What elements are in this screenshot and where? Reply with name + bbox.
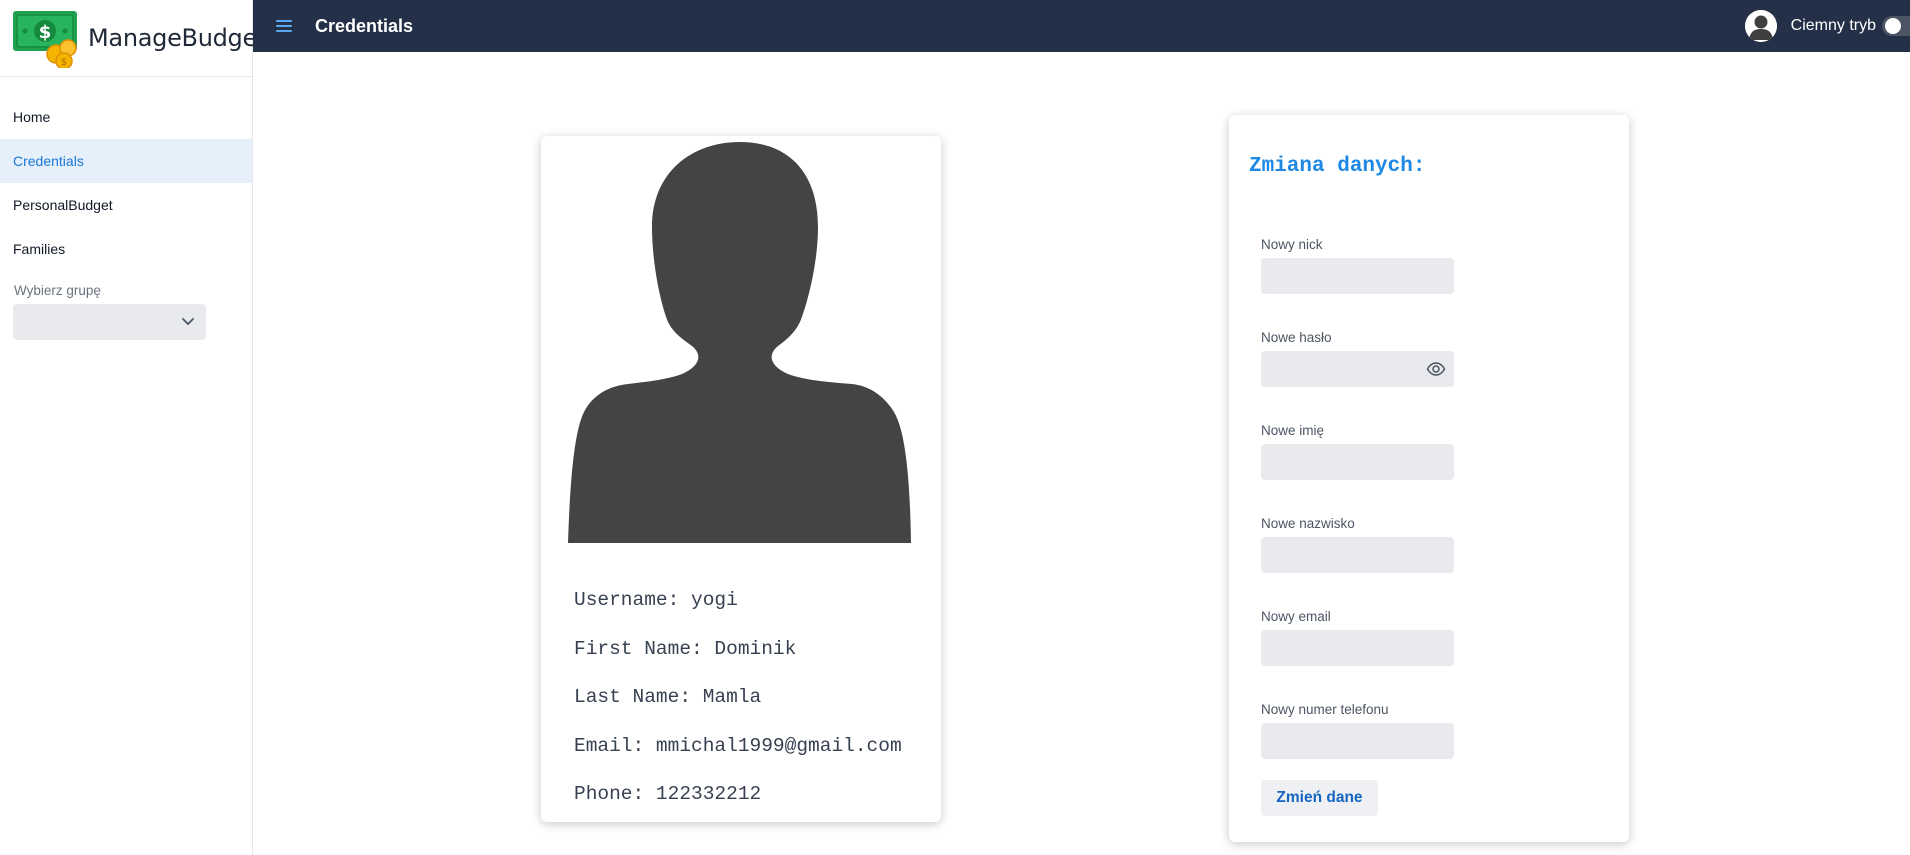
phone-label: Nowy numer telefonu [1261,702,1389,717]
user-avatar-icon[interactable] [1744,10,1777,42]
app-name: ManageBudget [88,24,267,52]
profile-first-name: First Name: Dominik [574,637,797,660]
profile-email: Email: mmichal1999@gmail.com [574,734,902,757]
app: $ $ ManageBudget Home Credentials Person… [0,0,1910,855]
group-select[interactable] [13,304,206,340]
email-input[interactable] [1261,630,1454,666]
last-name-field: Nowe nazwisko [1261,516,1454,573]
sidebar-item-families[interactable]: Families [0,227,252,271]
first-name-input[interactable] [1261,444,1454,480]
dark-mode-label: Ciemny tryb [1790,17,1876,34]
sidebar-item-personalbudget[interactable]: PersonalBudget [0,183,252,227]
sidebar: $ $ ManageBudget Home Credentials Person… [0,0,266,855]
sidebar-item-label: Home [13,109,51,125]
nick-input[interactable] [1261,258,1454,294]
page-title: Credentials [315,15,414,36]
nick-field: Nowy nick [1261,237,1454,294]
submit-button[interactable]: Zmień dane [1261,780,1378,816]
topbar-right: Ciemny tryb [1744,0,1910,52]
last-name-label: Nowe nazwisko [1261,516,1355,531]
money-bill-coins-icon: $ $ [12,8,80,70]
eye-icon[interactable] [1426,359,1446,379]
email-label: Nowy email [1261,609,1331,624]
email-field: Nowy email [1261,609,1454,666]
password-field: Nowe hasło [1261,330,1454,387]
sidebar-item-label: PersonalBudget [13,197,113,213]
first-name-field: Nowe imię [1261,423,1454,480]
svg-text:$: $ [61,57,67,68]
brand[interactable]: $ $ ManageBudget [0,0,266,77]
group-select-label: Wybierz grupę [14,283,101,298]
profile-info: Username: yogi First Name: Dominik Last … [574,576,902,819]
svg-text:$: $ [39,22,52,43]
first-name-label: Nowe imię [1261,423,1325,438]
profile-username: Username: yogi [574,589,738,611]
sidebar-item-credentials[interactable]: Credentials [0,139,252,183]
phone-field: Nowy numer telefonu [1261,702,1454,759]
profile-last-name: Last Name: Mamla [574,686,762,708]
password-label: Nowe hasło [1261,330,1332,345]
change-data-form: Zmiana danych: Nowy nick Nowe hasło Nowe… [1229,115,1629,842]
phone-input[interactable] [1261,723,1454,759]
sidebar-item-label: Credentials [13,153,84,169]
sidebar-nav: Home Credentials PersonalBudget Families [0,95,252,271]
nick-label: Nowy nick [1261,237,1323,252]
topbar: Credentials Ciemny tryb [253,0,1910,52]
password-input-wrap [1261,351,1454,387]
last-name-input[interactable] [1261,537,1454,573]
profile-silhouette-icon [568,142,911,543]
chevron-down-icon [180,313,196,329]
sidebar-item-home[interactable]: Home [0,95,252,139]
hamburger-menu-icon[interactable] [273,15,295,37]
profile-phone: Phone: 122332212 [574,783,762,805]
form-title: Zmiana danych: [1249,155,1426,178]
profile-card: Username: yogi First Name: Dominik Last … [541,136,941,822]
dark-mode-toggle[interactable] [1882,14,1910,38]
sidebar-item-label: Families [13,241,66,257]
toggle-knob [1885,18,1901,34]
